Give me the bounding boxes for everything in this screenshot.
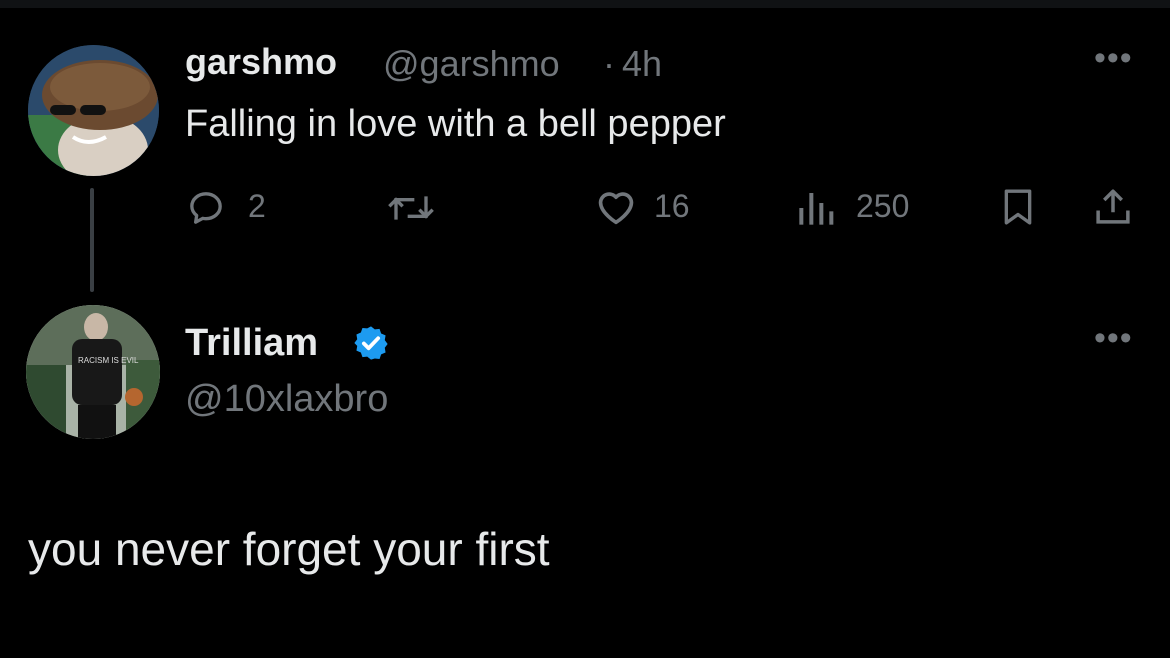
bookmark-icon[interactable] bbox=[998, 186, 1038, 228]
verified-badge-icon[interactable] bbox=[352, 324, 390, 362]
reply-text: you never forget your first bbox=[28, 523, 550, 575]
reply-author-name[interactable]: Trilliam bbox=[185, 322, 318, 365]
retweet-icon[interactable] bbox=[386, 188, 436, 228]
view-count: 250 bbox=[856, 188, 910, 224]
more-icon[interactable]: ••• bbox=[1094, 41, 1133, 75]
reply-icon[interactable] bbox=[186, 188, 226, 228]
like-count: 16 bbox=[654, 188, 690, 224]
separator-dot: · bbox=[603, 43, 615, 84]
share-icon[interactable] bbox=[1092, 186, 1134, 228]
author-handle[interactable]: @garshmo bbox=[383, 43, 560, 85]
reply-count: 2 bbox=[248, 188, 266, 224]
reply-author-handle[interactable]: @10xlaxbro bbox=[185, 378, 388, 421]
avatar-garshmo-image bbox=[28, 45, 159, 176]
avatar[interactable] bbox=[28, 45, 159, 176]
author-name[interactable]: garshmo bbox=[185, 41, 337, 83]
tweet-text: Falling in love with a bell pepper bbox=[185, 103, 726, 145]
svg-text:RACISM IS EVIL: RACISM IS EVIL bbox=[78, 356, 139, 365]
more-icon[interactable]: ••• bbox=[1094, 321, 1133, 355]
like-icon[interactable] bbox=[594, 186, 638, 226]
thread-line bbox=[90, 188, 94, 292]
top-bar bbox=[0, 0, 1170, 8]
avatar[interactable]: RACISM IS EVIL bbox=[26, 305, 160, 439]
avatar-trilliam-image: RACISM IS EVIL bbox=[26, 305, 160, 439]
views-icon[interactable] bbox=[796, 188, 836, 228]
tweet-timestamp[interactable]: 4h bbox=[622, 43, 662, 85]
